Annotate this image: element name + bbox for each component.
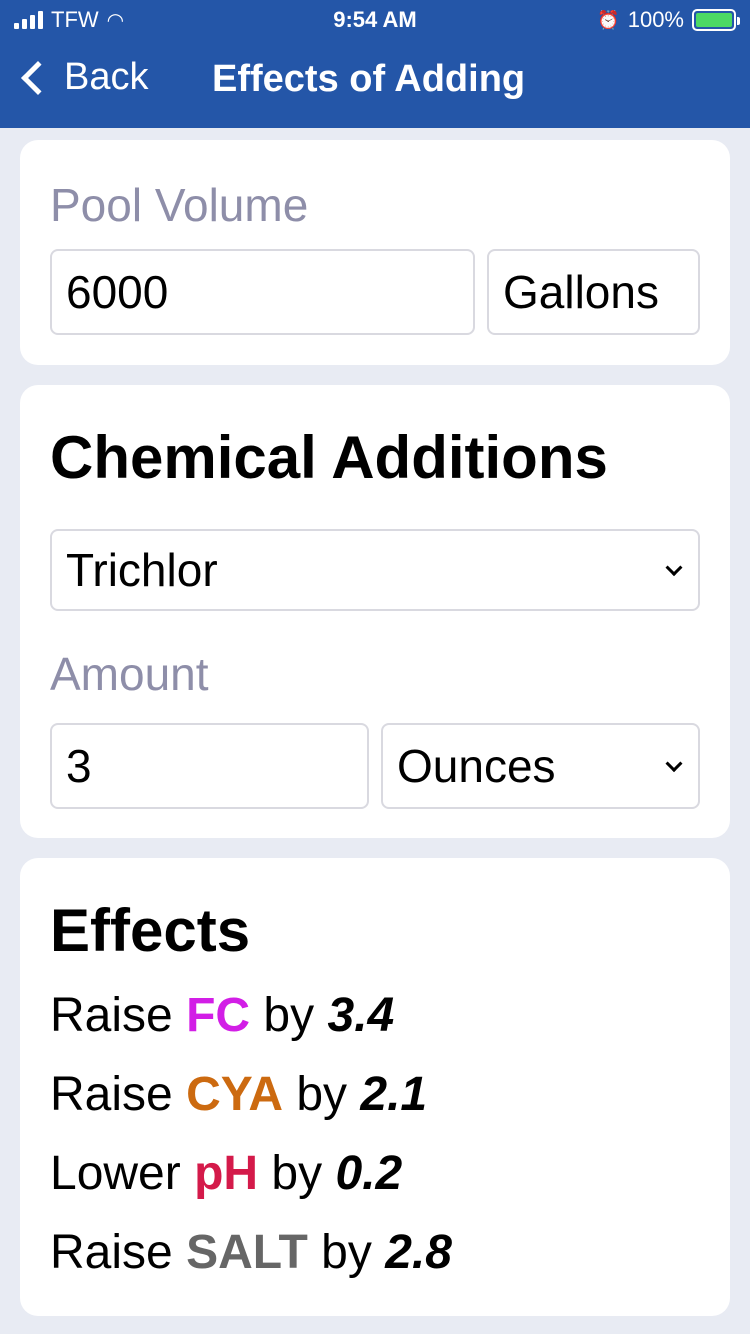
effect-by: by [296,1068,348,1121]
chevron-down-icon [665,755,683,773]
status-bar: TFW ◠ 9:54 AM ⏰ 100% [0,0,750,40]
battery-percent: 100% [627,7,684,32]
navigation-bar: Back Effects of Adding [0,40,750,128]
effect-metric: SALT [186,1226,308,1279]
effect-verb: Lower [50,1147,181,1200]
pool-volume-input[interactable]: 6000 [50,249,475,335]
effect-value: 3.4 [327,989,395,1042]
effect-value: 2.8 [385,1226,452,1279]
pool-volume-card: Pool Volume 6000 Gallons [20,140,730,365]
battery-icon [692,9,740,31]
effect-by: by [321,1226,372,1279]
effect-by: by [271,1147,323,1200]
effect-row-fc: Raise FC by 3.4 [50,988,394,1043]
effect-metric: CYA [186,1068,283,1121]
amount-unit-value: Ounces [397,740,556,792]
back-button[interactable]: Back [16,56,148,99]
chemical-additions-card: Chemical Additions Trichlor Amount 3 Oun… [20,385,730,838]
effect-row-salt: Raise SALT by 2.8 [50,1225,452,1280]
effect-metric: FC [186,989,251,1042]
chemical-value: Trichlor [66,544,218,596]
app-header: TFW ◠ 9:54 AM ⏰ 100% Back Effects of Add… [0,0,750,128]
effect-value: 2.1 [360,1068,428,1121]
effect-verb: Raise [50,989,173,1042]
amount-label: Amount [50,648,209,700]
volume-unit-value: Gallons [503,266,659,318]
chemical-additions-title: Chemical Additions [50,424,608,491]
effect-metric: pH [194,1147,259,1200]
status-right: ⏰ 100% [597,7,740,33]
chevron-left-icon [21,60,55,95]
effect-verb: Raise [50,1068,173,1121]
volume-unit-select[interactable]: Gallons [487,249,700,335]
effects-title: Effects [50,897,251,964]
effect-verb: Raise [50,1226,173,1279]
effect-row-cya: Raise CYA by 2.1 [50,1067,427,1122]
effect-row-ph: Lower pH by 0.2 [50,1146,402,1201]
amount-unit-select[interactable]: Ounces [381,723,700,809]
chevron-down-icon [665,559,683,577]
chemical-select[interactable]: Trichlor [50,529,700,611]
effects-card: Effects Raise FC by 3.4 Raise CYA by 2.1… [20,858,730,1316]
effect-by: by [263,989,315,1042]
alarm-icon: ⏰ [597,9,620,30]
effect-value: 0.2 [335,1147,403,1200]
back-label: Back [64,56,149,98]
page-title: Effects of Adding [212,58,526,100]
amount-input[interactable]: 3 [50,723,369,809]
pool-volume-label: Pool Volume [50,179,309,231]
